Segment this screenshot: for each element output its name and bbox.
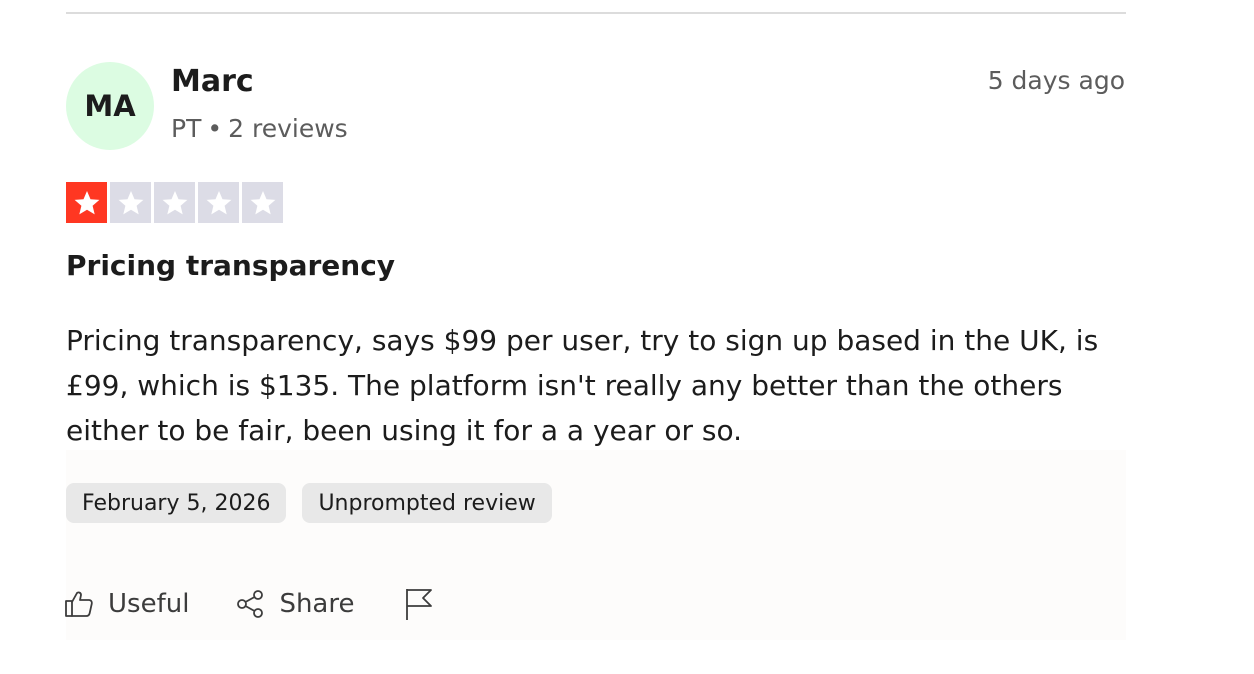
star-icon	[154, 182, 195, 223]
meta-separator: •	[207, 114, 223, 143]
thumbs-up-icon	[64, 590, 94, 618]
review-body: Pricing transparency, says $99 per user,…	[66, 324, 1099, 447]
avatar-initials: MA	[84, 89, 136, 123]
reviewer-name[interactable]: Marc	[171, 64, 254, 99]
star-icon	[66, 182, 107, 223]
report-button[interactable]	[404, 587, 434, 621]
avatar[interactable]: MA	[66, 62, 154, 150]
reviewer-review-count: 2 reviews	[228, 114, 348, 143]
review-card: MA Marc PT • 2 reviews 5 days ago Pricing …	[0, 0, 1254, 674]
review-actions: Useful Share	[64, 584, 434, 624]
useful-button[interactable]: Useful	[64, 589, 189, 619]
star-icon	[242, 182, 283, 223]
flag-icon	[404, 587, 434, 621]
review-tags: February 5, 2026 Unprompted review	[66, 483, 552, 523]
star-rating	[66, 182, 283, 223]
review-type-badge[interactable]: Unprompted review	[302, 483, 552, 523]
review-relative-date: 5 days ago	[987, 66, 1125, 95]
reviewer-country: PT	[171, 114, 202, 143]
share-label: Share	[279, 589, 355, 619]
share-icon	[235, 589, 265, 619]
useful-label: Useful	[108, 589, 190, 619]
reviewer-meta: PT • 2 reviews	[171, 114, 348, 143]
share-button[interactable]: Share	[235, 589, 354, 619]
star-icon	[198, 182, 239, 223]
review-title[interactable]: Pricing transparency	[66, 249, 395, 282]
star-icon	[110, 182, 151, 223]
divider	[66, 12, 1126, 14]
date-of-experience-badge: February 5, 2026	[66, 483, 287, 523]
